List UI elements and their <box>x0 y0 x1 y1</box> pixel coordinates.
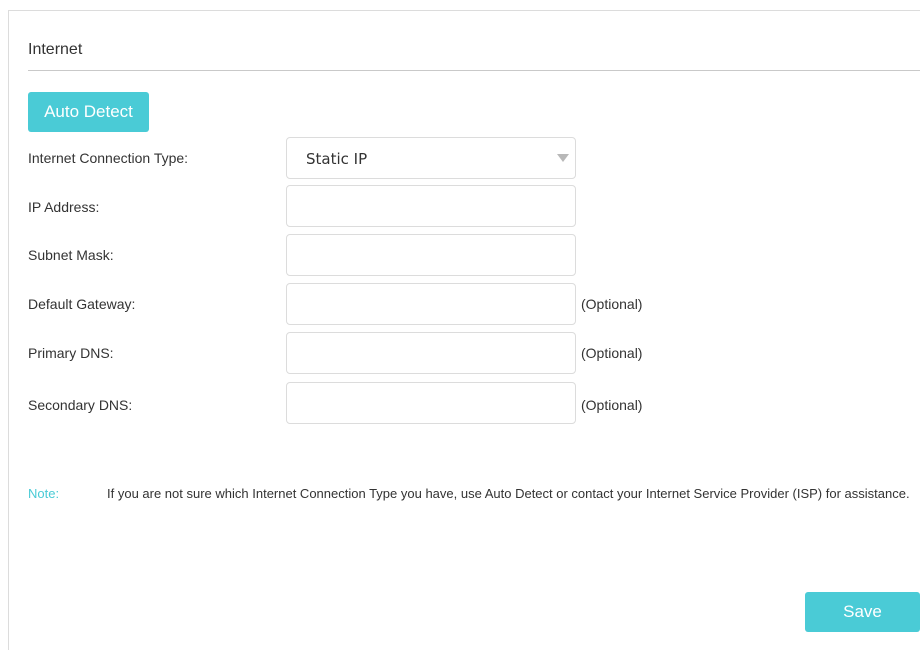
subnet-mask-label: Subnet Mask: <box>28 247 114 263</box>
default-gateway-input[interactable] <box>286 283 576 325</box>
section-title: Internet <box>28 41 83 58</box>
note-label: Note: <box>28 486 60 501</box>
ip-address-label: IP Address: <box>28 199 100 215</box>
chevron-down-icon <box>557 154 569 162</box>
connection-type-select[interactable]: Static IP <box>286 137 576 179</box>
section-divider <box>28 70 920 71</box>
default-gateway-optional-hint: (Optional) <box>581 296 643 312</box>
auto-detect-button[interactable]: Auto Detect <box>28 92 149 132</box>
connection-type-selected-value: Static IP <box>306 150 368 168</box>
primary-dns-label: Primary DNS: <box>28 345 114 361</box>
subnet-mask-input[interactable] <box>286 234 576 276</box>
primary-dns-optional-hint: (Optional) <box>581 345 643 361</box>
connection-type-label: Internet Connection Type: <box>28 150 189 166</box>
secondary-dns-optional-hint: (Optional) <box>581 397 643 413</box>
secondary-dns-label: Secondary DNS: <box>28 397 133 413</box>
default-gateway-label: Default Gateway: <box>28 296 136 312</box>
primary-dns-input[interactable] <box>286 332 576 374</box>
secondary-dns-input[interactable] <box>286 382 576 424</box>
save-button[interactable]: Save <box>805 592 920 632</box>
note-text: If you are not sure which Internet Conne… <box>107 486 910 501</box>
ip-address-input[interactable] <box>286 185 576 227</box>
